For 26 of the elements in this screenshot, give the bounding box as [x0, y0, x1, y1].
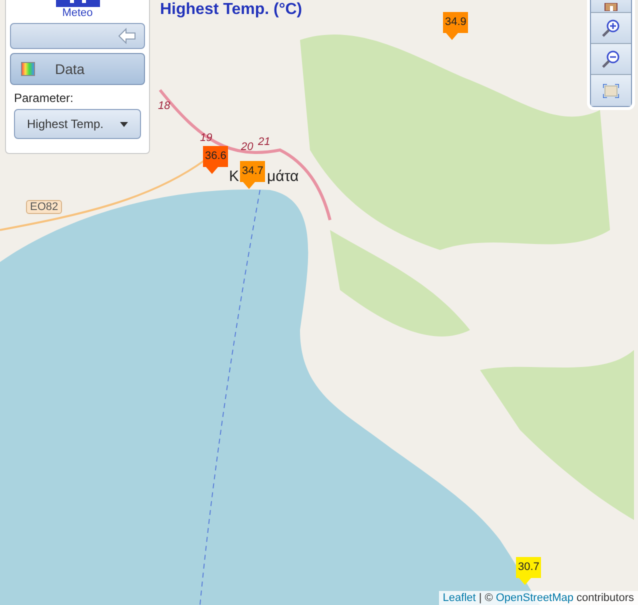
parameter-dropdown[interactable]: Highest Temp. [14, 109, 141, 139]
caret-icon [120, 122, 128, 126]
logo-text: Meteo [62, 7, 93, 19]
color-scale-icon [21, 62, 35, 76]
data-section-header[interactable]: Data [10, 53, 145, 85]
parameter-label: Parameter: [14, 91, 74, 105]
road-shield: EO82 [26, 200, 62, 214]
road-number: 21 [258, 136, 270, 148]
arrow-left-icon [118, 28, 136, 44]
zoom-in-icon [602, 19, 620, 37]
openstreetmap-link[interactable]: OpenStreetMap [496, 592, 574, 604]
place-name: Κ [229, 168, 240, 185]
zoom-in-button[interactable] [591, 13, 631, 44]
map-title: Highest Temp. (°C) [160, 1, 302, 19]
attribution-text: | © [478, 592, 493, 604]
attribution-text: contributors [576, 592, 634, 604]
place-name: μάτα [267, 168, 299, 185]
road-number: 18 [158, 100, 170, 112]
zoom-out-button[interactable] [591, 44, 631, 75]
house-icon [604, 3, 618, 11]
full-extent-icon [603, 84, 619, 98]
collapse-button[interactable] [10, 23, 145, 49]
road-number: 19 [200, 132, 212, 144]
road-number: 20 [241, 141, 254, 153]
zoom-out-icon [602, 50, 620, 68]
leaflet-link[interactable]: Leaflet [442, 592, 476, 604]
